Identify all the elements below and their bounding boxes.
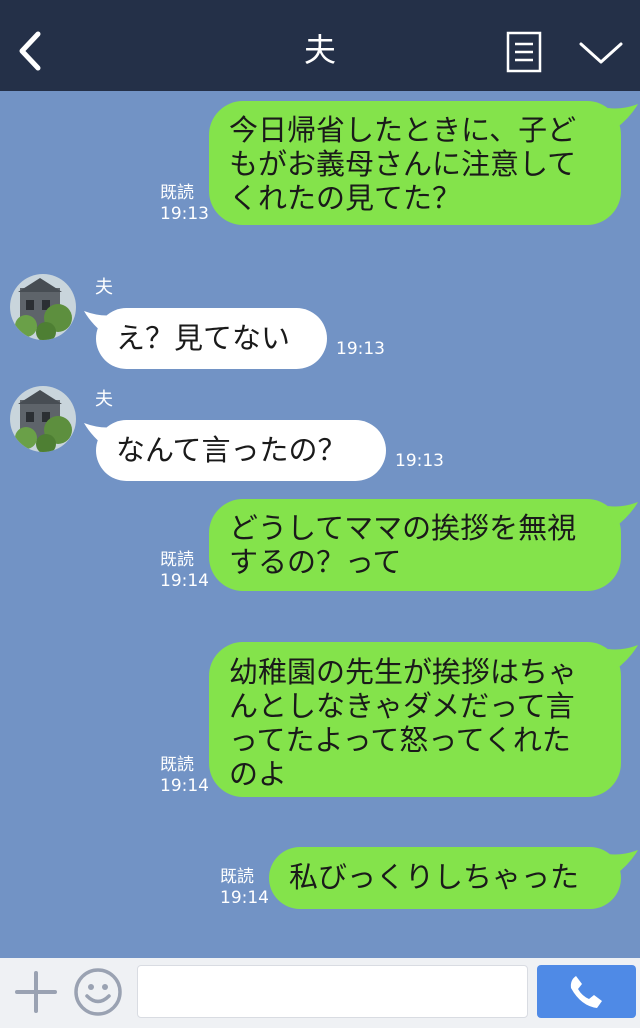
sender-name: 夫 [95, 389, 113, 410]
avatar-photo-icon [10, 386, 76, 452]
message-line: え？見てない [116, 321, 291, 355]
message-line: 私びっくりしちゃった [289, 860, 580, 894]
message-bubble-outgoing[interactable]: 私びっくりしちゃった [269, 847, 621, 909]
plus-icon[interactable] [14, 970, 58, 1014]
message-time: 19:14 [160, 571, 209, 591]
message-time: 19:13 [336, 339, 385, 359]
read-label: 既読 [160, 183, 194, 203]
sender-name: 夫 [95, 277, 113, 298]
bubble-tail [608, 104, 638, 130]
read-label: 既読 [160, 550, 194, 570]
message-time: 19:14 [220, 888, 269, 908]
message-line: のよ [229, 757, 288, 791]
chevron-down-icon[interactable] [578, 38, 624, 68]
message-line: どうしてママの挨拶を無視 [229, 511, 577, 545]
chat-header: 夫 [0, 0, 640, 91]
message-read-status: 既読 19:14 [160, 755, 209, 797]
message-bubble-incoming[interactable]: なんて言ったの？ [96, 420, 386, 481]
smiley-icon[interactable] [73, 967, 123, 1017]
read-label: 既読 [160, 755, 194, 775]
phone-icon [570, 976, 602, 1008]
bubble-tail [608, 645, 638, 671]
avatar[interactable] [10, 274, 76, 340]
message-line: もがお義母さんに注意して [229, 147, 577, 181]
bubble-tail [608, 850, 638, 876]
message-time: 19:14 [160, 776, 209, 796]
message-line: くれたの見てた？ [229, 181, 462, 215]
message-input[interactable] [137, 965, 528, 1018]
message-line: ってたよって怒ってくれた [229, 723, 571, 757]
avatar-photo-icon [10, 274, 76, 340]
message-line: するの？って [229, 545, 402, 579]
message-time: 19:13 [395, 451, 444, 471]
message-read-status: 既読 19:14 [220, 867, 269, 909]
message-line: 今日帰省したときに、子ど [229, 113, 577, 147]
message-bubble-incoming[interactable]: え？見てない [96, 308, 327, 369]
message-bubble-outgoing[interactable]: 今日帰省したときに、子ど もがお義母さんに注意して くれたの見てた？ [209, 101, 621, 225]
message-read-status: 既読 19:13 [160, 183, 209, 225]
call-button[interactable] [537, 965, 636, 1018]
chat-title: 夫 [303, 31, 336, 69]
message-line: 幼稚園の先生が挨拶はちゃ [229, 655, 578, 689]
message-read-status: 既読 19:14 [160, 550, 209, 592]
message-bubble-outgoing[interactable]: 幼稚園の先生が挨拶はちゃ んとしなきゃダメだって言 ってたよって怒ってくれた の… [209, 642, 621, 797]
bubble-tail [608, 502, 638, 528]
avatar[interactable] [10, 386, 76, 452]
message-time: 19:13 [160, 204, 209, 224]
message-bubble-outgoing[interactable]: どうしてママの挨拶を無視 するの？って [209, 499, 621, 591]
message-line: んとしなきゃダメだって言 [229, 689, 575, 723]
message-line: なんて言ったの？ [116, 433, 347, 467]
menu-icon[interactable] [506, 31, 542, 73]
read-label: 既読 [220, 867, 254, 887]
